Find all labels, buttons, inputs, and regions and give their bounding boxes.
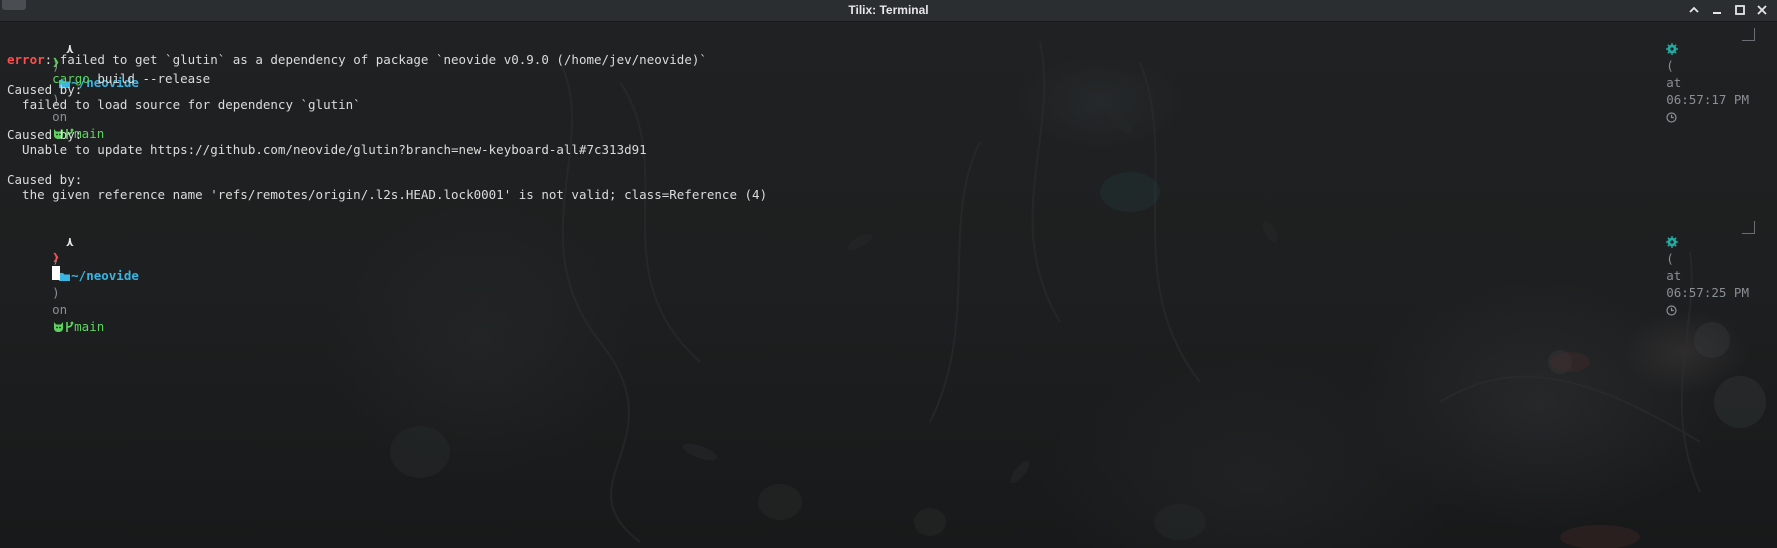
caused-by-message-3: the given reference name 'refs/remotes/o… bbox=[7, 187, 768, 202]
minimize-icon bbox=[1713, 12, 1721, 14]
clock-icon bbox=[1666, 112, 1677, 123]
terminal-pane[interactable]: ⋏ ) ~/neovide ) on main ( at 06:57:17 PM… bbox=[0, 22, 1777, 548]
error-message: : failed to get `glutin` as a dependency… bbox=[44, 52, 707, 67]
maximize-icon bbox=[1735, 5, 1745, 15]
command-args: build --release bbox=[89, 71, 211, 86]
prompt-time: 06:57:25 PM bbox=[1666, 285, 1749, 300]
clock-icon bbox=[1666, 305, 1677, 316]
prompt-separator: ) bbox=[52, 285, 60, 300]
github-cat-icon bbox=[54, 322, 64, 332]
maximize-button[interactable] bbox=[1730, 1, 1750, 19]
prompt-chevron: ❯ bbox=[52, 249, 60, 264]
prompt-path: ~/neovide bbox=[71, 268, 139, 283]
close-icon bbox=[1757, 5, 1767, 15]
status-at-text: at bbox=[1666, 268, 1682, 283]
minimize-button[interactable] bbox=[1707, 1, 1727, 19]
git-branch-icon bbox=[66, 321, 74, 332]
prompt-status-2: ( at 06:57:25 PM bbox=[1621, 216, 1749, 316]
gear-icon bbox=[1666, 43, 1679, 55]
git-branch-name: main bbox=[74, 319, 105, 334]
prompt-corner-marker bbox=[1742, 221, 1755, 234]
caused-by-message-1: failed to load source for dependency `gl… bbox=[7, 97, 361, 112]
input-line[interactable]: ❯ bbox=[7, 231, 61, 280]
title-bar[interactable]: Tilix: Terminal bbox=[0, 0, 1777, 22]
maximize-up-button[interactable] bbox=[1684, 1, 1704, 19]
prompt-on-text: on bbox=[52, 302, 68, 317]
gear-icon bbox=[1666, 236, 1679, 248]
caused-by-message-2: Unable to update https://github.com/neov… bbox=[7, 142, 647, 157]
prompt-status-1: ( at 06:57:17 PM bbox=[1621, 23, 1749, 123]
text-cursor[interactable] bbox=[52, 266, 61, 280]
error-label: error bbox=[7, 52, 45, 67]
close-button[interactable] bbox=[1752, 1, 1772, 19]
status-paren: ( bbox=[1666, 58, 1674, 73]
arch-logo-icon: ⋏ bbox=[66, 234, 74, 249]
prompt-time: 06:57:17 PM bbox=[1666, 92, 1749, 107]
error-line: error: failed to get `glutin` as a depen… bbox=[7, 51, 707, 68]
prompt-corner-marker bbox=[1742, 28, 1755, 41]
status-at-text: at bbox=[1666, 75, 1682, 90]
chevron-up-icon bbox=[1689, 6, 1699, 13]
tilix-window: Tilix: Terminal ⋏) ~/neovide) on main … bbox=[0, 0, 1777, 548]
window-title: Tilix: Terminal bbox=[848, 3, 929, 17]
status-paren: ( bbox=[1666, 251, 1674, 266]
